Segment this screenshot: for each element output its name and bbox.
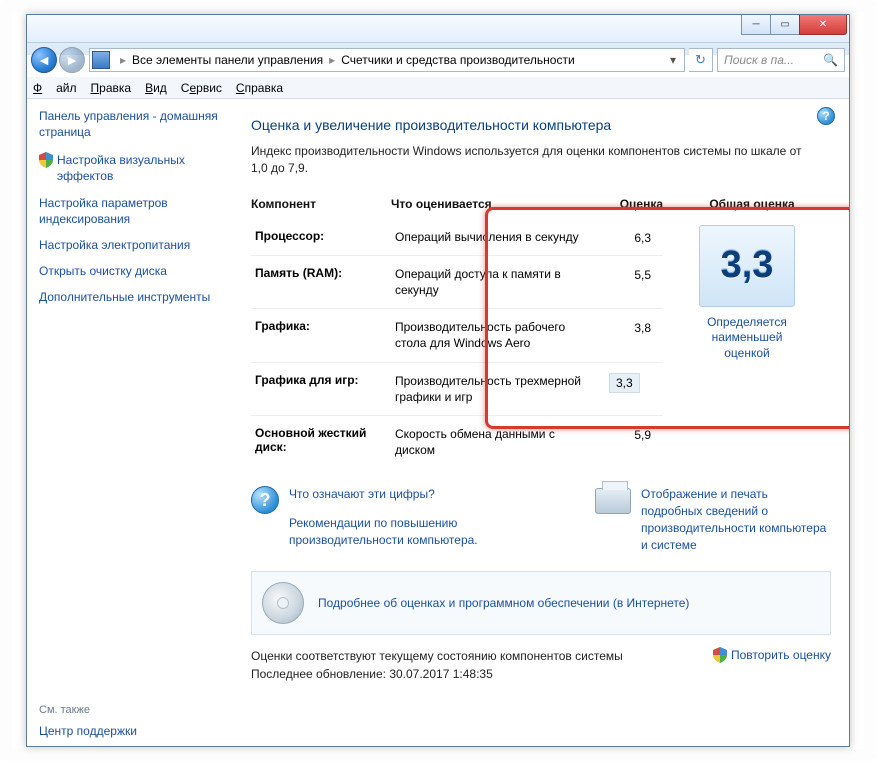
chevron-right-icon: ▸ — [114, 53, 132, 67]
help-button[interactable]: ? — [817, 107, 835, 125]
link-view-print-details[interactable]: Отображение и печать подробных сведений … — [641, 486, 831, 553]
titlebar: ─ ▭ ✕ — [27, 15, 849, 43]
menu-edit[interactable]: Правка — [91, 81, 132, 95]
row-score: 5,9 — [591, 426, 651, 442]
row-component: Основной жесткий диск: — [255, 426, 395, 454]
row-component: Графика для игр: — [255, 373, 395, 387]
menubar: Файл Правка Вид Сервис Справка — [27, 77, 849, 99]
breadcrumb[interactable]: ▸ Все элементы панели управления ▸ Счетч… — [89, 48, 685, 72]
row-score: 3,8 — [591, 319, 651, 335]
window-frame: ─ ▭ ✕ ◄ ► ▸ Все элементы панели управлен… — [26, 14, 850, 747]
shield-icon — [713, 647, 727, 663]
col-header-subscore: Оценка — [591, 197, 663, 211]
search-icon: 🔍 — [823, 53, 838, 67]
menu-view[interactable]: Вид — [145, 81, 167, 95]
software-icon — [262, 582, 304, 624]
shield-icon — [39, 152, 53, 168]
sidebar-item-label: Открыть очистку диска — [39, 263, 167, 279]
menu-tools[interactable]: Сервис — [181, 81, 222, 95]
breadcrumb-level1[interactable]: Все элементы панели управления — [132, 53, 323, 67]
nav-back-button[interactable]: ◄ — [31, 47, 57, 73]
sidebar-item-label: Настройка визуальных эффектов — [57, 152, 225, 184]
sidebar-item-visual-effects[interactable]: Настройка визуальных эффектов — [39, 152, 225, 184]
rerun-assessment-link[interactable]: Повторить оценку — [713, 647, 831, 663]
row-score: 5,5 — [591, 266, 651, 282]
menu-file[interactable]: Файл — [33, 81, 77, 95]
breadcrumb-level2[interactable]: Счетчики и средства производительности — [341, 53, 574, 67]
search-input[interactable]: Поиск в па... 🔍 — [717, 48, 845, 72]
page-title: Оценка и увеличение производительности к… — [251, 117, 831, 133]
search-placeholder: Поиск в па... — [724, 53, 794, 67]
maximize-button[interactable]: ▭ — [770, 15, 800, 35]
table-row: Графика для игр: Производительность трех… — [251, 362, 663, 415]
sidebar-item-disk-cleanup[interactable]: Открыть очистку диска — [39, 263, 225, 279]
row-desc: Операций вычисления в секунду — [395, 229, 591, 245]
table-row: Память (RAM): Операций доступа к памяти … — [251, 255, 663, 308]
row-component: Процессор: — [255, 229, 395, 243]
table-row: Процессор: Операций вычисления в секунду… — [251, 219, 663, 255]
link-performance-tips[interactable]: Рекомендации по повышению производительн… — [289, 515, 499, 549]
navbar: ◄ ► ▸ Все элементы панели управления ▸ С… — [27, 43, 849, 77]
breadcrumb-dropdown-icon[interactable]: ▾ — [664, 53, 682, 67]
base-score-caption: Определяется наименьшей оценкой — [692, 315, 802, 362]
breadcrumb-icon — [92, 51, 110, 69]
sidebar-item-indexing[interactable]: Настройка параметров индексирования — [39, 195, 225, 227]
sidebar-item-label: Настройка параметров индексирования — [39, 195, 225, 227]
col-header-description: Что оценивается — [391, 197, 591, 211]
sidebar-item-advanced-tools[interactable]: Дополнительные инструменты — [39, 289, 225, 305]
printer-icon — [595, 488, 631, 514]
nav-forward-button[interactable]: ► — [59, 47, 85, 73]
score-table: Компонент Что оценивается Оценка Общая о… — [251, 193, 831, 469]
table-row: Графика: Производительность рабочего сто… — [251, 308, 663, 361]
refresh-button[interactable]: ↻ — [689, 48, 713, 72]
chevron-right-icon: ▸ — [323, 53, 341, 67]
sidebar: Панель управления - домашняя страница На… — [27, 99, 237, 746]
close-button[interactable]: ✕ — [799, 15, 847, 35]
help-icon: ? — [251, 486, 279, 514]
content-area: ? Оценка и увеличение производительности… — [237, 99, 849, 746]
col-header-basescore: Общая оценка — [663, 197, 831, 211]
sidebar-home-link[interactable]: Панель управления - домашняя страница — [39, 109, 225, 140]
row-score-lowest: 3,3 — [609, 373, 640, 393]
row-desc: Скорость обмена данными с диском — [395, 426, 591, 458]
table-row: Основной жесткий диск: Скорость обмена д… — [251, 415, 663, 468]
row-desc: Производительность рабочего стола для Wi… — [395, 319, 591, 351]
minimize-button[interactable]: ─ — [741, 15, 771, 35]
row-desc: Операций доступа к памяти в секунду — [395, 266, 591, 298]
row-score: 6,3 — [591, 229, 651, 245]
page-description: Индекс производительности Windows исполь… — [251, 143, 811, 177]
sidebar-action-center-link[interactable]: Центр поддержки — [39, 724, 225, 738]
link-learn-more-online[interactable]: Подробнее об оценках и программном обесп… — [318, 595, 689, 612]
status-text: Оценки соответствуют текущему состоянию … — [251, 647, 623, 683]
col-header-component: Компонент — [251, 197, 391, 211]
info-banner: Подробнее об оценках и программном обесп… — [251, 571, 831, 635]
menu-help[interactable]: Справка — [236, 81, 283, 95]
sidebar-item-label: Дополнительные инструменты — [39, 289, 210, 305]
row-component: Графика: — [255, 319, 395, 333]
row-desc: Производительность трехмерной графики и … — [395, 373, 591, 405]
sidebar-item-label: Настройка электропитания — [39, 237, 190, 253]
base-score-badge: 3,3 — [699, 225, 795, 307]
sidebar-see-also-title: См. также — [39, 704, 225, 716]
sidebar-item-power[interactable]: Настройка электропитания — [39, 237, 225, 253]
link-what-do-numbers-mean[interactable]: Что означают эти цифры? — [289, 486, 499, 503]
row-component: Память (RAM): — [255, 266, 395, 280]
